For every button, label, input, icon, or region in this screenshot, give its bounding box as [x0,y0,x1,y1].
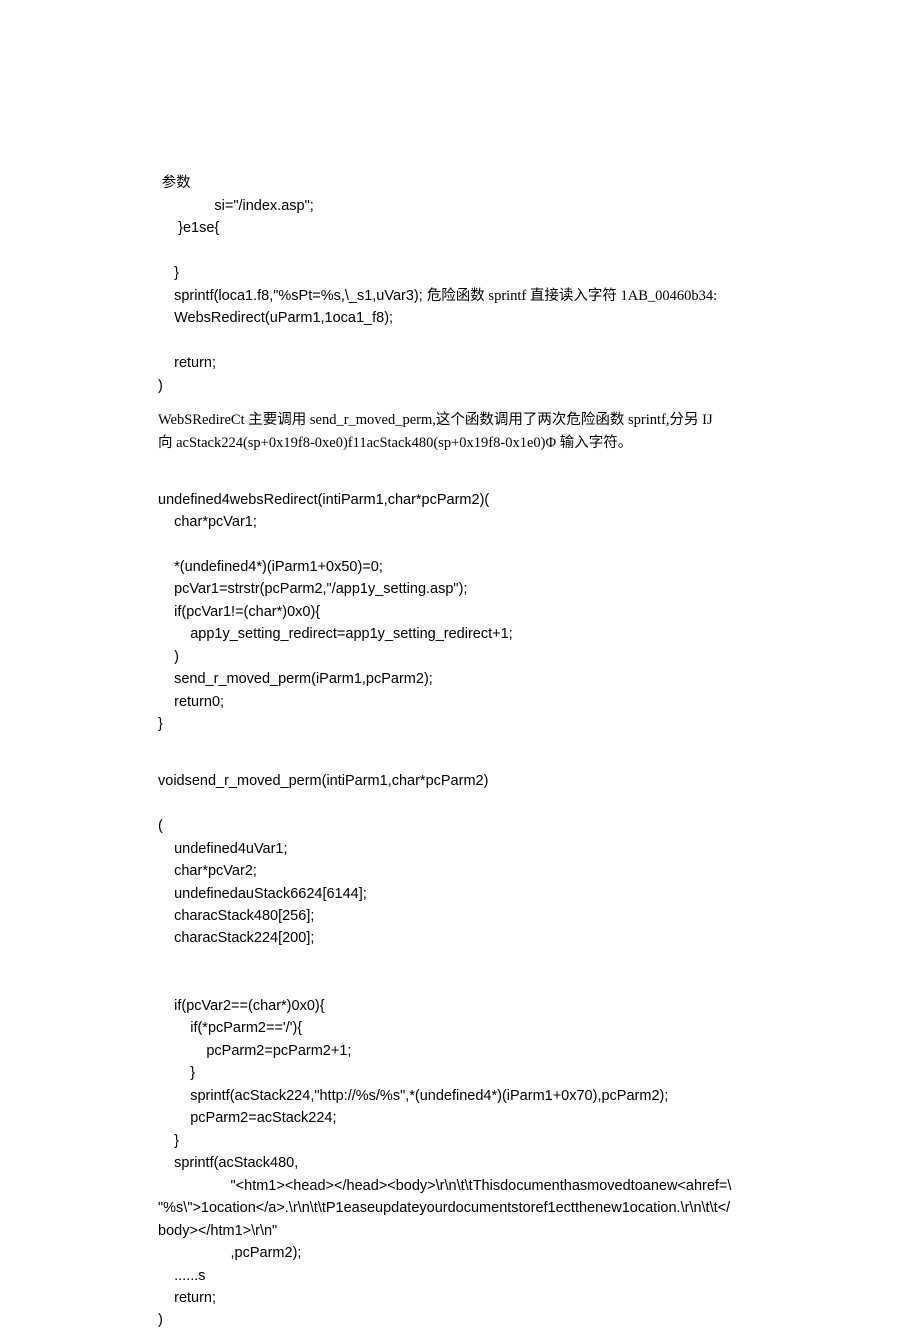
code-line: "<htm1><head></head><body>\r\n\t\tThisdo… [158,1178,731,1194]
code-block-3: voidsend_r_moved_perm(intiParm1,char*pcP… [158,748,785,1332]
code-block-2: undefined4websRedirect(intiParm1,char*pc… [158,466,785,736]
code-line: sprintf(loca1.f8,"%sPt=%s,\_s1,uVar3); 危… [158,288,717,304]
code-line: } [158,1133,179,1149]
code-line: undefined4uVar1; [158,841,288,857]
code-line: }e1se{ [158,220,219,236]
text-line: 向 acStack224(sp+0x19f8-0xe0)f11acStack48… [158,435,632,451]
code-line: } [158,716,163,732]
code-line: if(*pcParm2=='/'){ [158,1020,302,1036]
code-line: ) [158,378,163,394]
document-page: 参数 si="/index.asp"; }e1se{ } sprintf(loc… [0,0,920,1332]
code-line: WebsRedirect(uParm1,1oca1_f8); [158,310,393,326]
code-line: "%s\">1ocation</a>.\r\n\t\tP1easeupdatey… [158,1200,730,1216]
code-line: pcParm2=pcParm2+1; [158,1043,351,1059]
paragraph-1: WebSRedireCt 主要调用 send_r_moved_perm,这个函数… [158,409,785,454]
code-line: *(undefined4*)(iParm1+0x50)=0; [158,559,383,575]
code-line: if(pcVar1!=(char*)0x0){ [158,604,320,620]
code-line: app1y_setting_redirect=app1y_setting_red… [158,626,513,642]
code-line: ......s [158,1268,206,1284]
code-line: characStack224[200]; [158,930,314,946]
code-line: si="/index.asp"; [158,198,314,214]
code-line: ) [158,649,179,665]
code-line: ( [158,818,163,834]
code-line: char*pcVar2; [158,863,257,879]
code-line: return; [158,1290,216,1306]
code-line: ) [158,1312,163,1328]
code-line: sprintf(acStack224,"http://%s/%s",*(unde… [158,1088,668,1104]
code-line: undefined4websRedirect(intiParm1,char*pc… [158,492,489,508]
code-line: characStack480[256]; [158,908,314,924]
code-line: return0; [158,694,224,710]
code-line: pcParm2=acStack224; [158,1110,337,1126]
code-line: send_r_moved_perm(iParm1,pcParm2); [158,671,433,687]
code-line: char*pcVar1; [158,514,257,530]
code-line: sprintf(acStack480, [158,1155,298,1171]
code-line: } [158,1065,195,1081]
code-line: ,pcParm2); [158,1245,301,1261]
code-line: } [158,265,179,281]
code-line: pcVar1=strstr(pcParm2,"/app1y_setting.as… [158,581,467,597]
code-line: voidsend_r_moved_perm(intiParm1,char*pcP… [158,773,488,789]
code-block-1: 参数 si="/index.asp"; }e1se{ } sprintf(loc… [158,150,785,397]
code-line: body></htm1>\r\n" [158,1223,277,1239]
spacer [158,736,785,748]
code-line: 参数 [158,175,191,191]
text-line: WebSRedireCt 主要调用 send_r_moved_perm,这个函数… [158,412,713,428]
code-line: if(pcVar2==(char*)0x0){ [158,998,325,1014]
code-line: undefinedauStack6624[6144]; [158,886,367,902]
code-line: return; [158,355,216,371]
